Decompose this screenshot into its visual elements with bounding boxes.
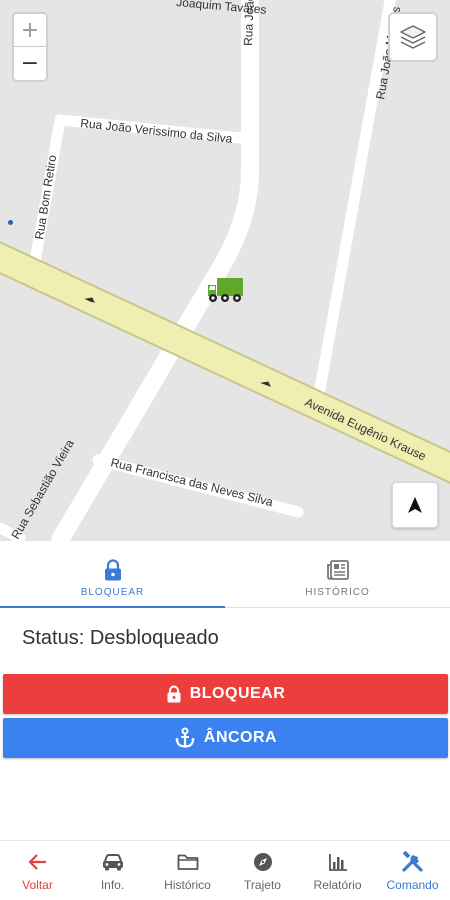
bar-chart-icon <box>328 850 348 874</box>
folder-icon <box>177 850 199 874</box>
panel-tabs: BLOQUEAR HISTÓRICO <box>0 550 450 608</box>
tab-label-bloquear: BLOQUEAR <box>80 587 145 598</box>
nav-trajeto[interactable]: Trajeto <box>225 841 300 900</box>
tab-label-historico: HISTÓRICO <box>305 587 370 598</box>
lock-icon <box>104 559 121 581</box>
nav-label-historico: Histórico <box>164 877 211 892</box>
label-joao-verissimo: Rua João Verissimo da Silva <box>80 116 234 146</box>
label-francisca: Rua Francisca das Neves Silva <box>109 455 274 509</box>
nav-historico[interactable]: Histórico <box>150 841 225 900</box>
tab-historico[interactable]: HISTÓRICO <box>225 550 450 607</box>
position-dot <box>8 220 13 225</box>
lock-icon <box>166 685 182 703</box>
zoom-control: + − <box>12 12 48 82</box>
arrow-left-icon <box>28 850 48 874</box>
anchor-button[interactable]: ÂNCORA <box>3 718 448 758</box>
tools-icon <box>401 850 425 874</box>
locate-button[interactable] <box>392 482 438 528</box>
nav-label-comando: Comando <box>386 877 439 892</box>
road-joao-vieira <box>51 0 259 549</box>
map-view[interactable]: Joaquim Tavares Rua João Vieira Rua João… <box>0 0 450 550</box>
nav-voltar[interactable]: Voltar <box>0 841 75 900</box>
anchor-icon <box>174 727 196 749</box>
nav-label-relatorio: Relatório <box>313 877 362 892</box>
nav-info[interactable]: Info. <box>75 841 150 900</box>
lock-button[interactable]: BLOQUEAR <box>3 674 448 714</box>
nav-label-trajeto: Trajeto <box>244 877 281 892</box>
nav-relatorio[interactable]: Relatório <box>300 841 375 900</box>
anchor-button-label: ÂNCORA <box>203 729 278 746</box>
nav-comando[interactable]: Comando <box>375 841 450 900</box>
zoom-out-button[interactable]: − <box>14 47 46 80</box>
compass-icon <box>253 850 273 874</box>
vehicle-truck-icon[interactable] <box>207 276 245 304</box>
car-icon <box>102 850 124 874</box>
label-eugenio-krause: Avenida Eugênio Krause <box>303 395 429 464</box>
layers-icon <box>400 25 426 49</box>
zoom-in-button[interactable]: + <box>14 14 46 47</box>
label-bom-retiro: Rua Bom Retiro <box>32 154 59 241</box>
nav-label-voltar: Voltar <box>22 877 53 892</box>
navigation-arrow-icon <box>408 497 422 513</box>
status-text: Status: Desbloqueado <box>22 627 219 649</box>
lock-button-label: BLOQUEAR <box>189 685 286 702</box>
bottom-navigation: Voltar Info. Histórico Trajeto Relatório <box>0 840 450 900</box>
nav-label-info: Info. <box>100 877 125 892</box>
layers-button[interactable] <box>388 12 438 62</box>
tab-bloquear[interactable]: BLOQUEAR <box>0 550 225 608</box>
map-roads: Joaquim Tavares Rua João Vieira Rua João… <box>0 0 450 549</box>
newspaper-icon <box>326 560 349 580</box>
